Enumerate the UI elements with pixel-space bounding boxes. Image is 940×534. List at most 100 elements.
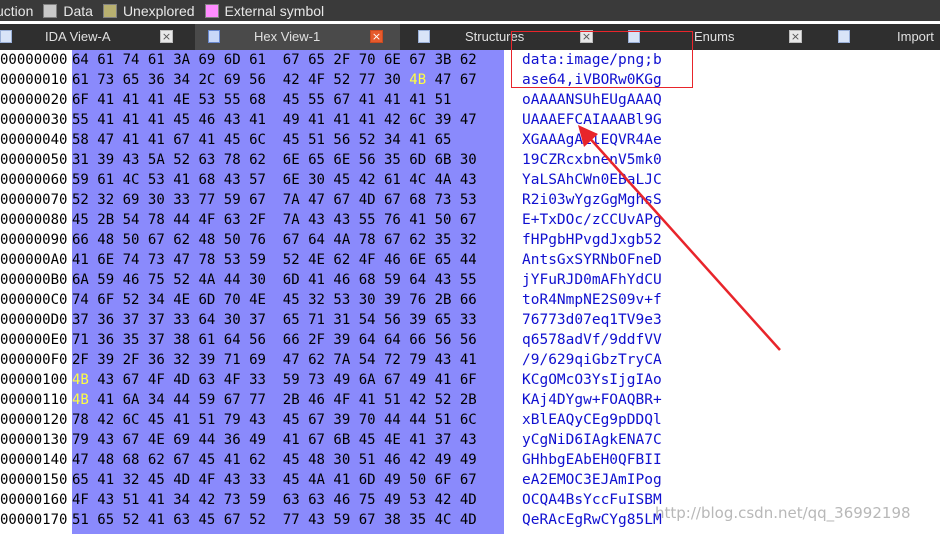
- hex-byte[interactable]: 43: [460, 432, 477, 448]
- hex-byte[interactable]: 69: [224, 72, 241, 88]
- hex-byte[interactable]: 67: [224, 512, 241, 528]
- ascii-row[interactable]: KAj4DYgw+FOAQBR+: [522, 390, 662, 410]
- hex-byte[interactable]: 45: [72, 212, 89, 228]
- hex-byte[interactable]: 55: [359, 212, 376, 228]
- hex-byte[interactable]: 41: [249, 112, 266, 128]
- hex-byte[interactable]: 51: [123, 492, 140, 508]
- hex-byte[interactable]: 34: [148, 292, 165, 308]
- hex-byte[interactable]: 4D: [460, 512, 477, 528]
- hex-byte[interactable]: 5A: [148, 152, 165, 168]
- hex-byte[interactable]: 71: [72, 332, 89, 348]
- hex-byte[interactable]: 48: [97, 452, 114, 468]
- hex-byte[interactable]: 4B: [409, 72, 426, 88]
- hex-byte[interactable]: 73: [435, 192, 452, 208]
- ascii-row[interactable]: E+TxDOc/zCCUvAPg: [522, 210, 662, 230]
- tab-hex-view-1[interactable]: Hex View-1 ×: [195, 24, 400, 50]
- hex-byte[interactable]: 79: [224, 412, 241, 428]
- hex-byte[interactable]: 30: [308, 172, 325, 188]
- hex-byte[interactable]: 47: [72, 452, 89, 468]
- hex-byte[interactable]: 56: [333, 132, 350, 148]
- hex-bytes-row[interactable]: 4B 41 6A 34 44 59 67 77 2B 46 4F 41 51 4…: [72, 390, 477, 410]
- hex-byte[interactable]: 59: [198, 392, 215, 408]
- ascii-row[interactable]: oAAAANSUhEUgAAAQ: [522, 90, 662, 110]
- hex-byte[interactable]: 61: [148, 52, 165, 68]
- hex-byte[interactable]: 51: [359, 452, 376, 468]
- hex-bytes-row[interactable]: 52 32 69 30 33 77 59 67 7A 47 67 4D 67 6…: [72, 190, 477, 210]
- hex-byte[interactable]: 50: [123, 232, 140, 248]
- hex-byte[interactable]: 65: [283, 312, 300, 328]
- hex-byte[interactable]: 65: [308, 52, 325, 68]
- hex-byte[interactable]: 52: [123, 292, 140, 308]
- hex-byte[interactable]: 73: [308, 372, 325, 388]
- hex-byte[interactable]: 53: [224, 252, 241, 268]
- hex-byte[interactable]: 4A: [435, 172, 452, 188]
- hex-byte[interactable]: 42: [97, 412, 114, 428]
- hex-byte[interactable]: 6E: [333, 152, 350, 168]
- hex-byte[interactable]: 41: [409, 432, 426, 448]
- hex-byte[interactable]: 48: [97, 232, 114, 248]
- hex-byte[interactable]: 64: [409, 272, 426, 288]
- hex-byte[interactable]: 41: [123, 92, 140, 108]
- hex-byte[interactable]: 4D: [173, 472, 190, 488]
- hex-byte[interactable]: 52: [359, 132, 376, 148]
- hex-byte[interactable]: 4D: [460, 492, 477, 508]
- hex-byte[interactable]: 59: [283, 372, 300, 388]
- hex-byte[interactable]: 64: [224, 332, 241, 348]
- hex-byte[interactable]: 67: [333, 92, 350, 108]
- hex-byte[interactable]: 37: [435, 432, 452, 448]
- hex-byte[interactable]: 49: [435, 452, 452, 468]
- hex-byte[interactable]: 4A: [198, 272, 215, 288]
- hex-byte[interactable]: 62: [460, 52, 477, 68]
- hex-byte[interactable]: 41: [148, 112, 165, 128]
- hex-byte[interactable]: 67: [384, 232, 401, 248]
- hex-byte[interactable]: 44: [198, 432, 215, 448]
- hex-byte[interactable]: 61: [97, 52, 114, 68]
- hex-byte[interactable]: 50: [409, 472, 426, 488]
- hex-byte[interactable]: 30: [359, 292, 376, 308]
- hex-byte[interactable]: 47: [460, 112, 477, 128]
- hex-byte[interactable]: 4F: [333, 392, 350, 408]
- hex-byte[interactable]: 2F: [249, 212, 266, 228]
- hex-byte[interactable]: 55: [308, 92, 325, 108]
- hex-byte[interactable]: 52: [333, 72, 350, 88]
- hex-byte[interactable]: 6F: [460, 372, 477, 388]
- hex-byte[interactable]: 67: [224, 392, 241, 408]
- hex-bytes-row[interactable]: 65 41 32 45 4D 4F 43 33 45 4A 41 6D 49 5…: [72, 470, 477, 490]
- hex-byte[interactable]: 41: [148, 132, 165, 148]
- hex-byte[interactable]: 6A: [72, 272, 89, 288]
- hex-byte[interactable]: 59: [384, 272, 401, 288]
- hex-byte[interactable]: 43: [435, 272, 452, 288]
- hex-byte[interactable]: 41: [123, 112, 140, 128]
- hex-bytes-row[interactable]: 78 42 6C 45 41 51 79 43 45 67 39 70 44 4…: [72, 410, 477, 430]
- hex-byte[interactable]: 30: [460, 152, 477, 168]
- hex-byte[interactable]: 45: [283, 92, 300, 108]
- hex-byte[interactable]: 45: [173, 112, 190, 128]
- hex-byte[interactable]: 43: [308, 512, 325, 528]
- hex-byte[interactable]: 4F: [224, 372, 241, 388]
- hex-byte[interactable]: 46: [198, 112, 215, 128]
- hex-byte[interactable]: 55: [224, 92, 241, 108]
- hex-byte[interactable]: 4D: [173, 372, 190, 388]
- hex-byte[interactable]: 61: [198, 332, 215, 348]
- hex-byte[interactable]: 41: [435, 372, 452, 388]
- hex-byte[interactable]: 57: [249, 172, 266, 188]
- hex-byte[interactable]: 33: [460, 312, 477, 328]
- hex-byte[interactable]: 41: [173, 412, 190, 428]
- hex-byte[interactable]: 67: [409, 52, 426, 68]
- hex-byte[interactable]: 67: [460, 472, 477, 488]
- hex-byte[interactable]: 4C: [409, 172, 426, 188]
- hex-byte[interactable]: 43: [224, 112, 241, 128]
- hex-byte[interactable]: 66: [409, 332, 426, 348]
- hex-byte[interactable]: 64: [359, 332, 376, 348]
- hex-byte[interactable]: 76: [249, 232, 266, 248]
- hex-byte[interactable]: 55: [460, 272, 477, 288]
- hex-byte[interactable]: 75: [359, 492, 376, 508]
- hex-byte[interactable]: 43: [123, 152, 140, 168]
- hex-byte[interactable]: 46: [123, 272, 140, 288]
- hex-byte[interactable]: 64: [384, 332, 401, 348]
- hex-byte[interactable]: 45: [283, 132, 300, 148]
- close-icon[interactable]: ×: [160, 30, 173, 43]
- hex-byte[interactable]: 34: [148, 392, 165, 408]
- hex-byte[interactable]: 77: [283, 512, 300, 528]
- hex-byte[interactable]: 6E: [384, 52, 401, 68]
